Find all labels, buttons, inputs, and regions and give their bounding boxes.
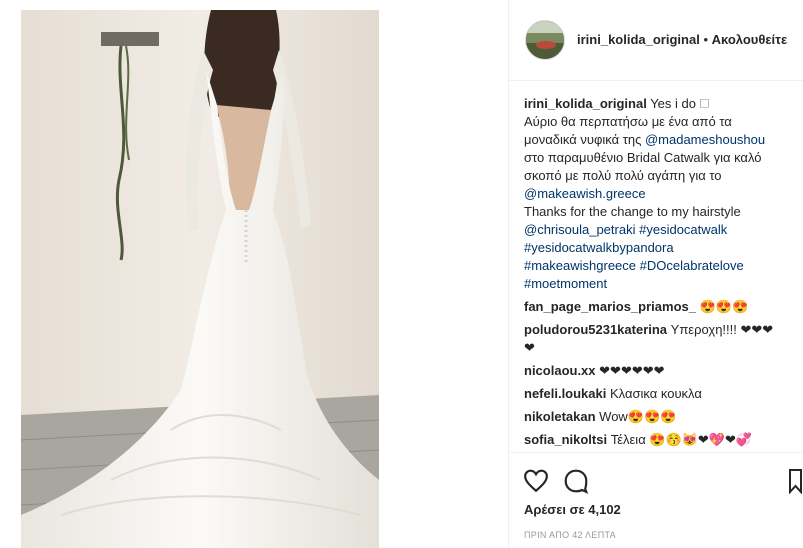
comments-list: irini_kolida_original Yes i do 🗆 Αύριο θ…	[524, 95, 796, 449]
caption-username-link[interactable]: irini_kolida_original	[524, 96, 647, 111]
comment-text-continued: ❤	[524, 340, 535, 355]
hashtag-link[interactable]: #DOcelabratelove	[640, 258, 744, 273]
comment-username-link[interactable]: fan_page_marios_priamos_	[524, 299, 696, 314]
wedding-dress-photo	[21, 10, 379, 548]
bookmark-icon[interactable]	[788, 468, 803, 499]
header-text: irini_kolida_original • Ακολουθείτε	[577, 32, 787, 47]
caption-text: σκοπό με πολύ πολύ αγάπη για το	[524, 168, 722, 183]
caption-text: Αύριο θα περπατήσω με ένα από τα	[524, 114, 732, 129]
heart-icon[interactable]	[523, 468, 549, 499]
hashtag-link[interactable]: #makeawishgreece	[524, 258, 636, 273]
post-photo[interactable]	[21, 10, 379, 548]
comment-username-link[interactable]: nefeli.loukaki	[524, 386, 606, 401]
mention-link[interactable]: @madameshoushou	[645, 132, 765, 147]
comment-text: ❤❤❤❤❤❤	[599, 363, 665, 378]
caption-text: Yes i do 🗆	[650, 96, 710, 111]
comment-item: fan_page_marios_priamos_ 😍😍😍	[524, 298, 796, 316]
comment-username-link[interactable]: nicolaou.xx	[524, 363, 596, 378]
comment-username-link[interactable]: sofia_nikoltsi	[524, 432, 607, 447]
separator-dot: •	[703, 32, 708, 47]
comment-item: nikoletakan Wow😍😍😍	[524, 408, 796, 426]
post-timestamp[interactable]: ΠΡΙΝ ΑΠΟ 42 ΛΕΠΤΑ	[524, 530, 616, 540]
hashtag-link[interactable]: #yesidocatwalk	[639, 222, 727, 237]
likes-count[interactable]: Αρέσει σε 4,102	[524, 502, 621, 517]
hashtag-link[interactable]: #moetmoment	[524, 276, 607, 291]
comment-username-link[interactable]: nikoletakan	[524, 409, 596, 424]
comment-item: poludorou5231katerina Υπεροχη!!!! ❤❤❤ ❤	[524, 321, 796, 357]
comment-text: Υπεροχη!!!! ❤❤❤	[670, 322, 774, 337]
actions-divider	[509, 452, 803, 454]
hashtag-link[interactable]: #yesidocatwalkbypandora	[524, 240, 674, 255]
avatar[interactable]	[525, 20, 565, 60]
caption: irini_kolida_original Yes i do 🗆 Αύριο θ…	[524, 95, 796, 293]
comment-item: sofia_nikoltsi Τέλεια 😍😚😻❤💖❤💞	[524, 431, 796, 449]
caption-text: στο παραμυθένιο Bridal Catwalk για καλό	[524, 150, 762, 165]
following-button[interactable]: Ακολουθείτε	[712, 32, 788, 47]
caption-text: Thanks for the change to my hairstyle	[524, 204, 741, 219]
mention-link[interactable]: @makeawish.greece	[524, 186, 646, 201]
post-username-link[interactable]: irini_kolida_original	[577, 32, 700, 47]
comment-item: nicolaou.xx ❤❤❤❤❤❤	[524, 362, 796, 380]
panel-divider	[508, 0, 509, 548]
comment-text: Wow😍😍😍	[599, 409, 677, 424]
speech-bubble-icon[interactable]	[563, 468, 589, 499]
mention-link[interactable]: @chrisoula_petraki	[524, 222, 635, 237]
avatar-image	[526, 21, 564, 59]
caption-text: μοναδικά νυφικά της	[524, 132, 645, 147]
comment-text: Τέλεια 😍😚😻❤💖❤💞	[610, 432, 753, 447]
comment-text: Κλασικα κουκλα	[610, 386, 702, 401]
comment-text: 😍😍😍	[699, 299, 749, 314]
comment-item: nefeli.loukaki Κλασικα κουκλα	[524, 385, 796, 403]
comment-username-link[interactable]: poludorou5231katerina	[524, 322, 667, 337]
post-header: irini_kolida_original • Ακολουθείτε	[509, 0, 803, 81]
